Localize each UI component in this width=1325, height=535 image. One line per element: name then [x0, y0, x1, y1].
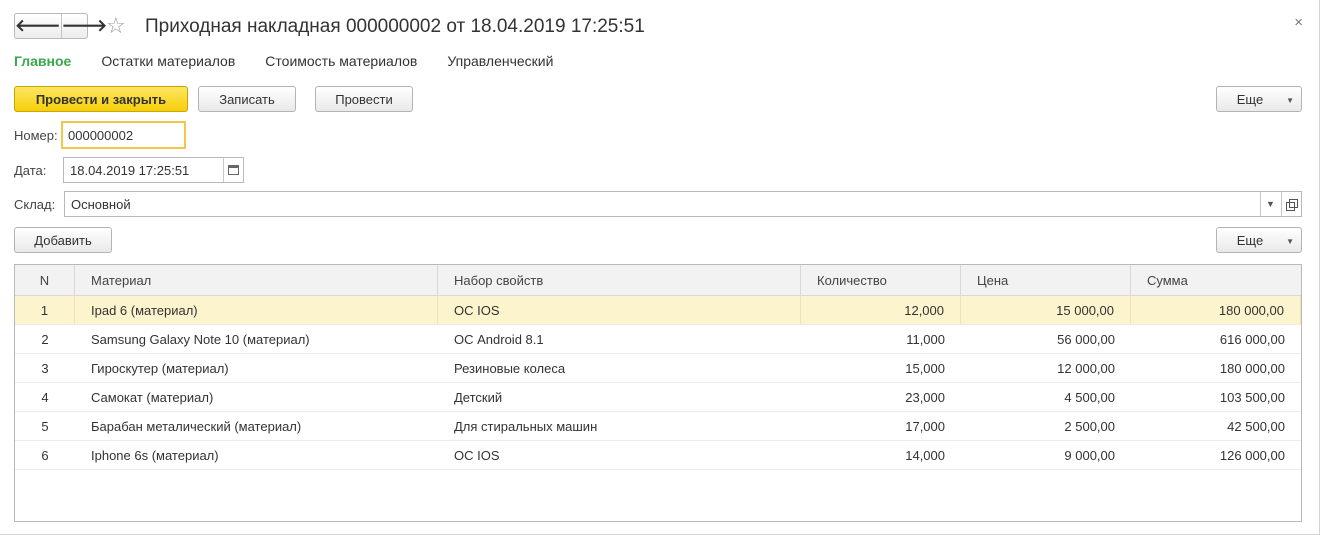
more-actions-label: Еще	[1236, 91, 1264, 107]
section-tabs: Главное Остатки материалов Стоимость мат…	[14, 52, 583, 70]
cell-properties: ОС IOS	[454, 447, 500, 463]
cell-quantity: 17,000	[905, 418, 945, 434]
cell-properties: ОС Android 8.1	[454, 331, 544, 347]
calendar-button[interactable]	[223, 158, 243, 182]
date-field[interactable]: 18.04.2019 17:25:51	[63, 157, 244, 183]
cell-n: 1	[15, 296, 75, 324]
cell-material: Iphone 6s (материал)	[91, 447, 219, 463]
cell-material: Ipad 6 (материал)	[75, 296, 438, 324]
cell-price: 12 000,00	[1057, 360, 1115, 376]
chevron-down-icon: ▼	[1286, 96, 1294, 105]
warehouse-open-button[interactable]	[1281, 192, 1301, 216]
cell-price: 9 000,00	[1064, 447, 1115, 463]
cell-price: 56 000,00	[1057, 331, 1115, 347]
table-header: N Материал Набор свойств Количество Цена…	[15, 265, 1301, 296]
add-row-button[interactable]: Добавить	[14, 227, 112, 253]
warehouse-field[interactable]: Основной ▼	[64, 191, 1302, 217]
table-row[interactable]: 1 Ipad 6 (материал) ОС IOS 12,000 15 000…	[15, 296, 1301, 325]
post-button[interactable]: Провести	[315, 86, 413, 112]
navigation-buttons: 🡐 🡒	[14, 13, 107, 39]
warehouse-dropdown-button[interactable]: ▼	[1260, 192, 1280, 216]
materials-table[interactable]: N Материал Набор свойств Количество Цена…	[14, 264, 1302, 522]
column-header-n[interactable]: N	[15, 265, 75, 295]
star-icon[interactable]: ☆	[106, 14, 126, 38]
cell-price: 2 500,00	[1064, 418, 1115, 434]
tab-management[interactable]: Управленческий	[447, 52, 553, 70]
cell-quantity: 15,000	[905, 360, 945, 376]
table-row[interactable]: 6 Iphone 6s (материал) ОС IOS 14,000 9 0…	[15, 441, 1301, 470]
arrow-left-icon[interactable]: 🡐	[15, 14, 61, 38]
close-icon[interactable]: ×	[1294, 13, 1303, 33]
more-actions-button[interactable]: Еще ▼	[1216, 86, 1302, 112]
column-header-material[interactable]: Материал	[75, 265, 438, 295]
table-row[interactable]: 2 Samsung Galaxy Note 10 (материал) ОС A…	[15, 325, 1301, 354]
number-label: Номер:	[14, 128, 58, 143]
table-row[interactable]: 5 Барабан металический (материал) Для ст…	[15, 412, 1301, 441]
cell-quantity: 11,000	[906, 331, 945, 347]
number-field[interactable]: 000000002	[61, 121, 186, 149]
chevron-down-icon: ▼	[1286, 237, 1294, 246]
calendar-icon	[228, 165, 239, 175]
tab-material-cost[interactable]: Стоимость материалов	[265, 52, 417, 70]
date-value: 18.04.2019 17:25:51	[70, 162, 190, 178]
column-header-quantity[interactable]: Количество	[801, 265, 961, 295]
cell-properties: Резиновые колеса	[454, 360, 566, 376]
cell-sum: 103 500,00	[1219, 389, 1285, 405]
cell-n: 2	[41, 331, 49, 347]
cell-price: 15 000,00	[961, 296, 1131, 324]
cell-n: 3	[41, 360, 49, 376]
warehouse-value: Основной	[71, 196, 131, 212]
cell-material: Барабан металический (материал)	[91, 418, 302, 434]
tab-material-balances[interactable]: Остатки материалов	[101, 52, 235, 70]
cell-material: Самокат (материал)	[91, 389, 214, 405]
tab-main[interactable]: Главное	[14, 52, 71, 70]
cell-material: Samsung Galaxy Note 10 (материал)	[91, 331, 310, 347]
table-row[interactable]: 4 Самокат (материал) Детский 23,000 4 50…	[15, 383, 1301, 412]
open-form-icon	[1286, 199, 1298, 211]
save-button[interactable]: Записать	[198, 86, 296, 112]
cell-sum: 180 000,00	[1131, 296, 1301, 324]
column-header-sum[interactable]: Сумма	[1131, 265, 1301, 295]
column-header-price[interactable]: Цена	[961, 265, 1131, 295]
table-more-label: Еще	[1236, 232, 1264, 248]
window-title: Приходная накладная 000000002 от 18.04.2…	[145, 16, 645, 37]
cell-properties: ОС IOS	[438, 296, 801, 324]
cell-quantity: 23,000	[905, 389, 945, 405]
cell-n: 4	[41, 389, 49, 405]
cell-material: Гироскутер (материал)	[91, 360, 229, 376]
cell-n: 6	[41, 447, 49, 463]
cell-n: 5	[41, 418, 49, 434]
post-and-close-button[interactable]: Провести и закрыть	[14, 86, 188, 112]
warehouse-label: Склад:	[14, 197, 56, 212]
cell-sum: 180 000,00	[1219, 360, 1285, 376]
document-window: 🡐 🡒 ☆ Приходная накладная 000000002 от 1…	[0, 0, 1320, 535]
cell-properties: Для стиральных машин	[454, 418, 598, 434]
date-label: Дата:	[14, 163, 47, 178]
cell-quantity: 14,000	[905, 447, 945, 463]
cell-price: 4 500,00	[1064, 389, 1115, 405]
column-header-properties[interactable]: Набор свойств	[438, 265, 801, 295]
cell-sum: 616 000,00	[1219, 331, 1285, 347]
table-row[interactable]: 3 Гироскутер (материал) Резиновые колеса…	[15, 354, 1301, 383]
cell-sum: 126 000,00	[1219, 447, 1285, 463]
cell-sum: 42 500,00	[1227, 418, 1285, 434]
chevron-down-icon: ▼	[1266, 199, 1275, 209]
arrow-right-icon[interactable]: 🡒	[60, 14, 107, 38]
cell-properties: Детский	[454, 389, 503, 405]
table-more-button[interactable]: Еще ▼	[1216, 227, 1302, 253]
cell-quantity: 12,000	[801, 296, 961, 324]
